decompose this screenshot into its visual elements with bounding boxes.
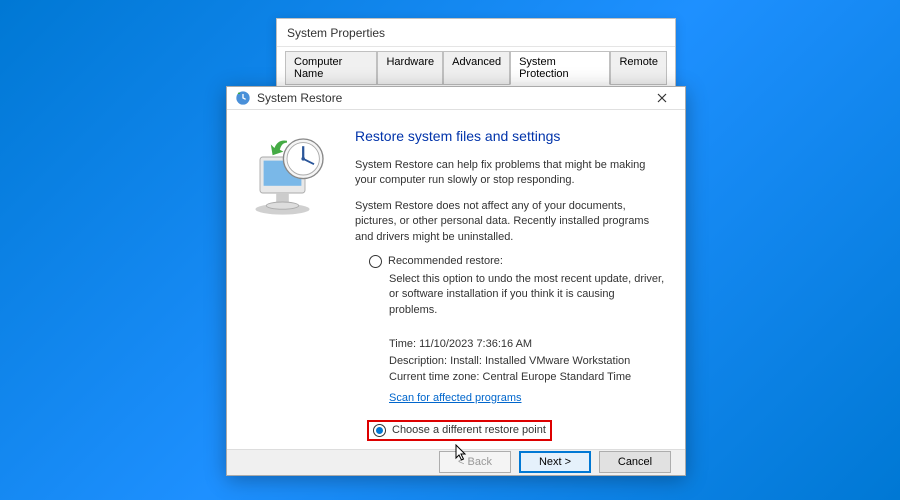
system-properties-tabs: Computer Name Hardware Advanced System P…: [277, 47, 675, 85]
recommended-restore-option[interactable]: Recommended restore:: [369, 255, 665, 268]
tab-advanced[interactable]: Advanced: [443, 51, 510, 85]
cursor-icon: [455, 444, 469, 462]
close-icon: [657, 93, 667, 103]
system-restore-graphic-icon: [242, 130, 332, 220]
wizard-heading: Restore system files and settings: [355, 128, 665, 144]
back-button: < Back: [439, 451, 511, 473]
cancel-button[interactable]: Cancel: [599, 451, 671, 473]
recommended-description: Select this option to undo the most rece…: [389, 272, 665, 318]
system-properties-title: System Properties: [287, 26, 385, 40]
radio-recommended[interactable]: [369, 255, 382, 268]
recommended-label: Recommended restore:: [388, 255, 503, 267]
wizard-title: System Restore: [257, 91, 342, 105]
scan-affected-programs-link[interactable]: Scan for affected programs: [389, 392, 521, 404]
next-button[interactable]: Next >: [519, 451, 591, 473]
radio-choose-different[interactable]: [373, 424, 386, 437]
tab-remote[interactable]: Remote: [610, 51, 667, 85]
system-restore-icon: [235, 90, 251, 106]
wizard-intro-1: System Restore can help fix problems tha…: [355, 158, 665, 189]
tab-system-protection[interactable]: System Protection: [510, 51, 610, 85]
system-restore-wizard: System Restore Restore system files: [226, 86, 686, 476]
choose-different-restore-point-option[interactable]: Choose a different restore point: [367, 420, 552, 441]
tab-hardware[interactable]: Hardware: [377, 51, 443, 85]
restore-description: Description: Install: Installed VMware W…: [389, 353, 665, 370]
tab-computer-name[interactable]: Computer Name: [285, 51, 377, 85]
wizard-sidebar: [227, 110, 347, 449]
restore-timezone: Current time zone: Central Europe Standa…: [389, 369, 665, 386]
restore-time: Time: 11/10/2023 7:36:16 AM: [389, 336, 665, 353]
system-properties-titlebar: System Properties: [277, 19, 675, 47]
close-button[interactable]: [647, 87, 677, 109]
wizard-intro-2: System Restore does not affect any of yo…: [355, 199, 665, 245]
choose-different-label: Choose a different restore point: [392, 424, 546, 436]
wizard-titlebar[interactable]: System Restore: [227, 87, 685, 110]
